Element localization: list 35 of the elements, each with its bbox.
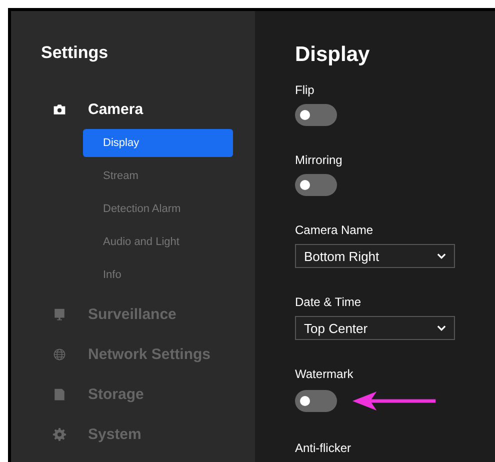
caret-icon <box>437 253 446 259</box>
setting-label: Camera Name <box>295 223 374 237</box>
dropdown-select[interactable]: Bottom Right <box>295 244 455 268</box>
toggle-switch[interactable] <box>295 174 337 196</box>
gear-icon <box>53 428 66 440</box>
section-label: Storage <box>88 386 144 402</box>
setting-label: Anti-flicker <box>295 441 352 455</box>
section-label: System <box>88 426 142 442</box>
page-title: Display <box>295 43 371 67</box>
caret-icon <box>437 325 446 331</box>
storage-icon <box>53 388 66 400</box>
sidebar-section[interactable]: System <box>41 414 255 454</box>
sidebar-item[interactable]: Stream <box>83 162 233 190</box>
setting-label: Watermark <box>295 367 354 381</box>
toggle-switch[interactable] <box>295 390 337 412</box>
sidebar-section[interactable]: Storage <box>41 374 255 414</box>
sidebar-item[interactable]: Display <box>83 129 233 157</box>
sidebar-section[interactable]: Network Settings <box>41 334 255 374</box>
sidebar-section[interactable]: Surveillance <box>41 294 255 334</box>
sidebar-title: Settings <box>41 43 110 63</box>
dropdown-select[interactable]: Top Center <box>295 316 455 340</box>
section-label: Camera <box>88 100 144 118</box>
camera-icon <box>53 102 66 116</box>
sidebar-section[interactable]: Camera <box>41 89 255 129</box>
sidebar-item[interactable]: Detection Alarm <box>83 195 233 223</box>
setting-label: Date & Time <box>295 295 362 309</box>
globe-icon <box>53 348 66 360</box>
setting-label: Mirroring <box>295 153 344 167</box>
setting-label: Flip <box>295 83 316 97</box>
section-label: Network Settings <box>88 346 211 362</box>
monitor-icon <box>53 308 66 320</box>
toggle-switch[interactable] <box>295 104 337 126</box>
sidebar-item[interactable]: Info <box>83 261 233 289</box>
sidebar-item[interactable]: Audio and Light <box>83 228 233 256</box>
section-label: Surveillance <box>88 306 176 322</box>
